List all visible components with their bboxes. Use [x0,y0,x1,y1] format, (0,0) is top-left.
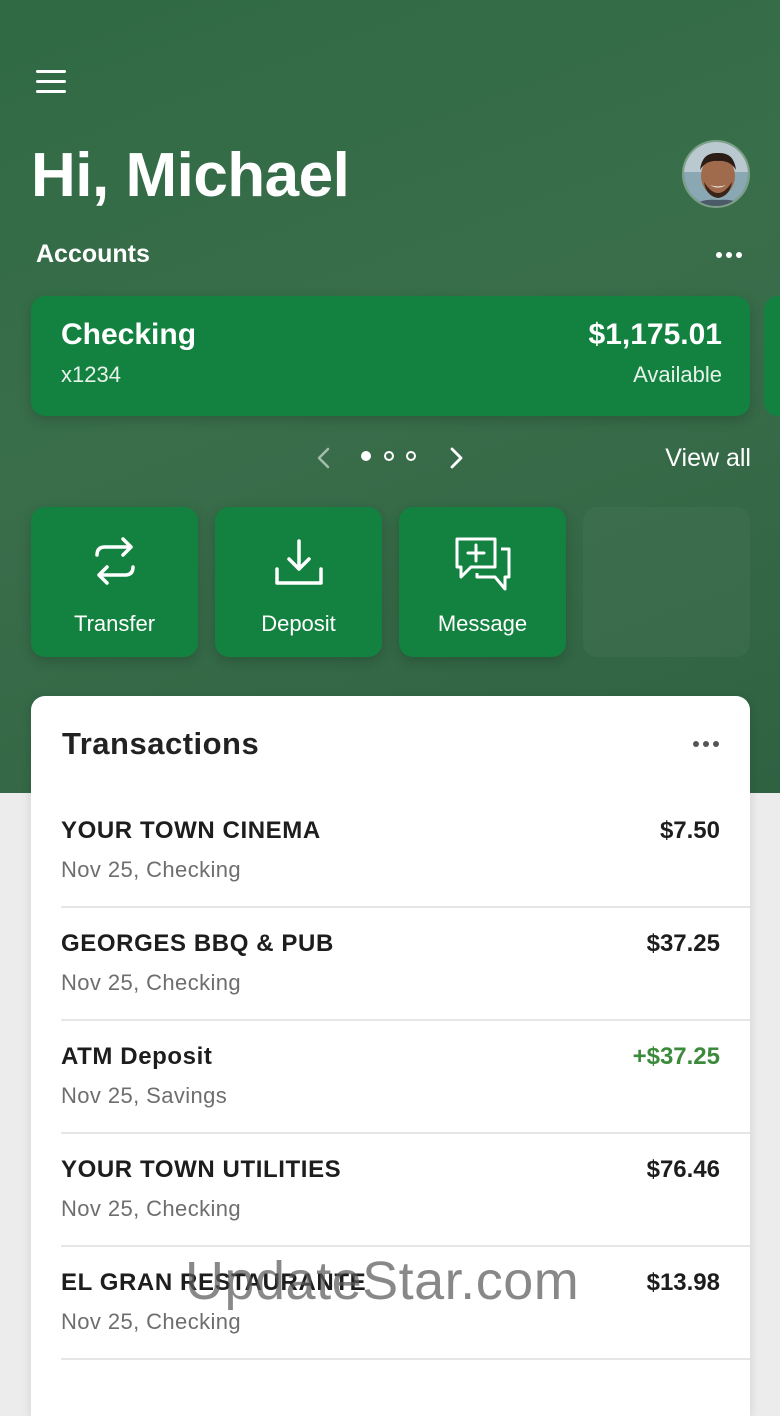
transaction-merchant: GEORGES BBQ & PUB [61,930,334,957]
transfer-button[interactable]: Transfer [31,507,198,657]
transaction-meta: Nov 25, Checking [61,1309,242,1334]
deposit-button[interactable]: Deposit [215,507,382,657]
transactions-more-icon[interactable] [693,741,719,747]
transaction-amount: $37.25 [646,930,720,957]
accounts-heading: Accounts [36,240,150,268]
transaction-row[interactable]: YOUR TOWN CINEMA Nov 25, Checking $7.50 [61,795,750,908]
transaction-amount: $7.50 [659,817,720,844]
greeting-title: Hi, Michael [31,141,350,210]
next-account-card-peek[interactable] [764,296,780,416]
transaction-amount: $13.98 [646,1269,720,1296]
transaction-merchant: EL GRAN RESTAURANTE [61,1269,367,1296]
transaction-merchant: ATM Deposit [61,1043,213,1070]
account-card-checking[interactable]: Checking x1234 $1,175.01 Available [31,296,750,416]
transactions-title: Transactions [62,726,260,761]
transactions-card: Transactions YOUR TOWN CINEMA Nov 25, Ch… [31,696,750,1416]
account-balance-label: Available [633,362,722,387]
transaction-row[interactable]: EL GRAN RESTAURANTE Nov 25, Checking $13… [61,1247,750,1360]
pager-dot-active [361,451,371,461]
transaction-merchant: YOUR TOWN UTILITIES [61,1156,342,1183]
transaction-amount: +$37.25 [632,1043,720,1070]
transaction-amount: $76.46 [646,1156,720,1183]
deposit-icon [274,539,323,585]
message-label: Message [437,611,528,636]
chevron-right-icon[interactable] [444,444,468,472]
avatar[interactable] [682,140,750,208]
account-balance: $1,175.01 [588,318,722,351]
menu-icon[interactable] [36,70,70,98]
transfer-label: Transfer [73,611,156,636]
transaction-meta: Nov 25, Savings [61,1083,228,1108]
transaction-meta: Nov 25, Checking [61,1196,242,1221]
transaction-row[interactable]: YOUR TOWN UTILITIES Nov 25, Checking $76… [61,1134,750,1247]
message-icon [455,537,510,591]
message-button[interactable]: Message [399,507,566,657]
transaction-row[interactable]: ATM Deposit Nov 25, Savings +$37.25 [61,1021,750,1134]
accounts-more-icon[interactable] [716,252,742,258]
transaction-meta: Nov 25, Checking [61,970,242,995]
transaction-merchant: YOUR TOWN CINEMA [61,817,321,844]
row-divider [61,1358,750,1360]
chevron-left-icon[interactable] [312,444,336,472]
account-name: Checking [61,318,197,351]
transfer-icon [94,537,135,585]
view-all-link[interactable]: View all [665,444,751,473]
action-placeholder [583,507,750,657]
account-number: x1234 [61,362,121,387]
transaction-meta: Nov 25, Checking [61,857,242,882]
deposit-label: Deposit [261,611,336,636]
transaction-row[interactable]: GEORGES BBQ & PUB Nov 25, Checking $37.2… [61,908,750,1021]
pager-dot [384,451,394,461]
pager-dot [406,451,416,461]
